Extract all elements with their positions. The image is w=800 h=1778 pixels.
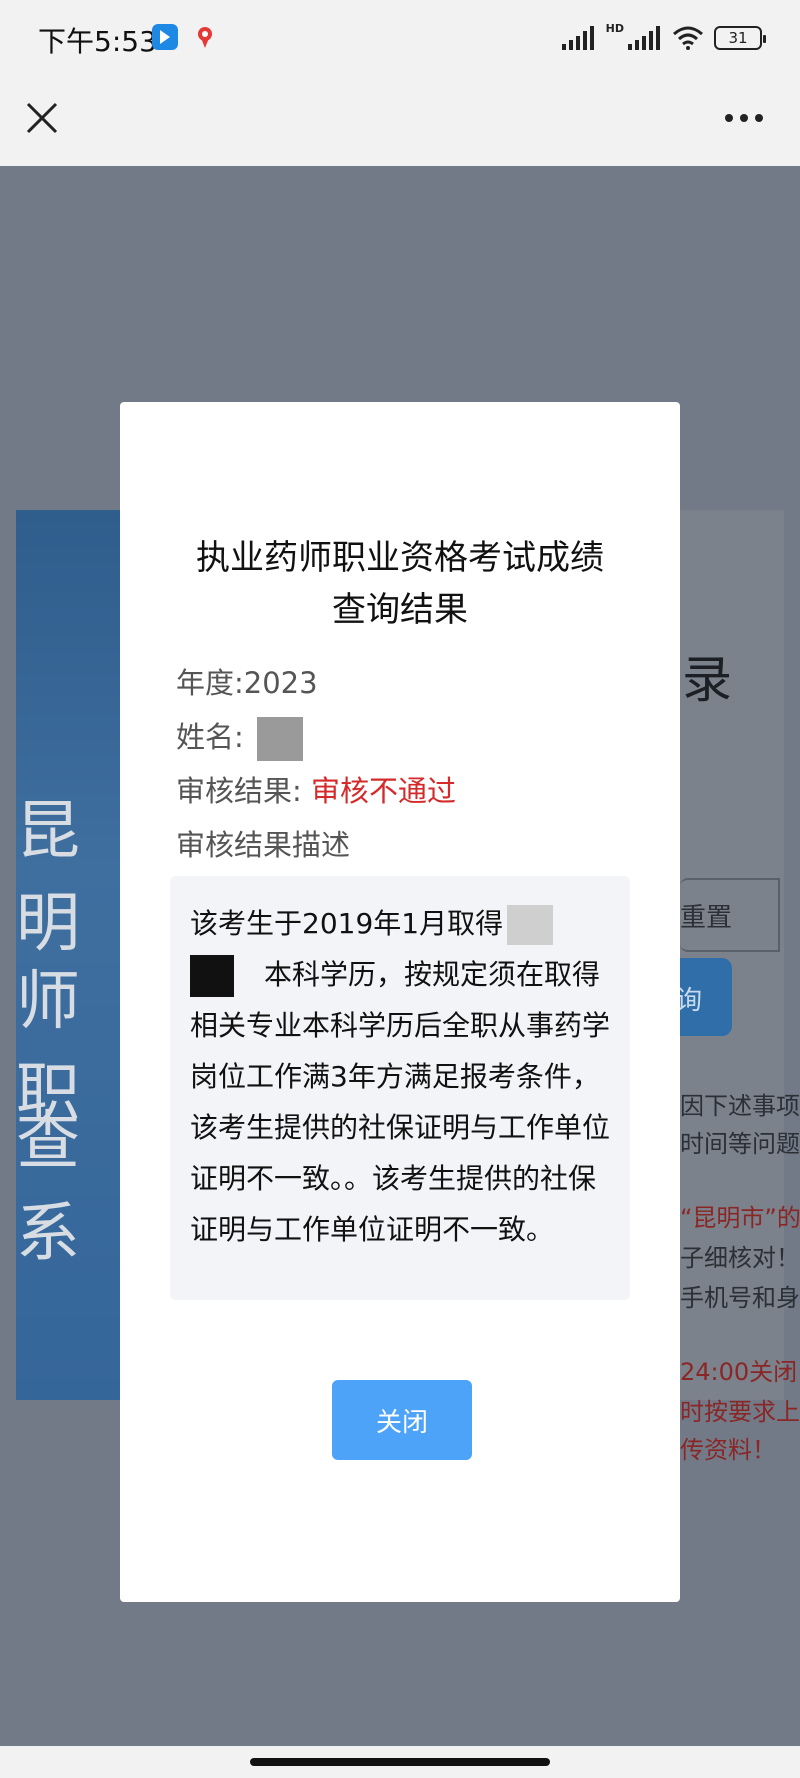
hd-label: HD: [605, 21, 624, 35]
result-label: 审核结果:: [176, 774, 302, 808]
background-search-button: 询: [676, 958, 732, 1036]
status-bar: 下午5:53 HD 31: [0, 0, 800, 78]
home-indicator[interactable]: [250, 1758, 550, 1766]
name-label: 姓名:: [176, 720, 244, 754]
background-title-fragment: 录: [682, 651, 732, 709]
gesture-bar: [0, 1746, 800, 1778]
description-label: 审核结果描述: [176, 828, 351, 862]
app-notification-icon: [152, 24, 178, 50]
signal-icon: [561, 26, 594, 50]
close-button[interactable]: 关闭: [332, 1380, 472, 1460]
battery-level: 31: [728, 29, 748, 47]
redacted-name: [257, 717, 303, 761]
description-text: 该考生于2019年1月取得本科学历，按规定须在取得相关专业本科学历后全职从事药学…: [190, 898, 610, 1255]
background-reset-button: 重置: [680, 878, 780, 952]
background-notice-line: 时按要求上: [680, 1398, 800, 1426]
description-box: 该考生于2019年1月取得本科学历，按规定须在取得相关专业本科学历后全职从事药学…: [170, 876, 630, 1300]
background-notice-line: 24:00关闭: [680, 1358, 798, 1386]
name-row: 姓名:: [176, 714, 303, 761]
dialog-title: 执业药师职业资格考试成绩查询结果: [196, 538, 604, 630]
background-notice-line: “昆明市”的: [680, 1204, 800, 1232]
result-dialog: 执业药师职业资格考试成绩查询结果 年度:2023 姓名: 审核结果: 审核不通过…: [120, 402, 680, 1602]
status-time: 下午5:53: [38, 25, 157, 58]
year-value: 2023: [243, 666, 318, 700]
background-banner-text: 昆明: [16, 795, 86, 961]
location-pin-icon: [192, 24, 218, 50]
wifi-icon: [673, 26, 703, 50]
more-dots-icon[interactable]: [724, 108, 764, 128]
background-reset-label: 重置: [680, 902, 733, 933]
background-banner-text: 查系: [16, 1105, 86, 1271]
background-notice-line: 传资料！: [680, 1436, 776, 1464]
redacted-text: [190, 955, 234, 997]
year-row: 年度:2023: [176, 660, 318, 702]
description-part1: 该考生于2019年1月取得: [190, 907, 504, 940]
hd-signal-icon: [628, 26, 660, 50]
nav-bar: [0, 78, 800, 166]
description-part2: 本科学历，按规定须在取得相关专业本科学历后全职从事药学岗位工作满3年方满足报考条…: [190, 958, 611, 1246]
background-notice-line: 手机号和身: [680, 1284, 800, 1312]
close-icon[interactable]: [24, 100, 60, 136]
background-notice-line: 因下述事项: [680, 1092, 800, 1120]
result-row: 审核结果: 审核不通过: [176, 768, 456, 810]
background-banner: 昆明 师职 查系: [16, 510, 120, 1400]
battery-icon: 31: [714, 26, 766, 50]
background-notice-line: 时间等问题: [680, 1130, 800, 1158]
result-value: 审核不通过: [311, 774, 457, 808]
background-notice-line: 子细核对！: [680, 1244, 800, 1272]
redacted-text: [507, 905, 554, 945]
year-label: 年度:: [176, 666, 244, 700]
